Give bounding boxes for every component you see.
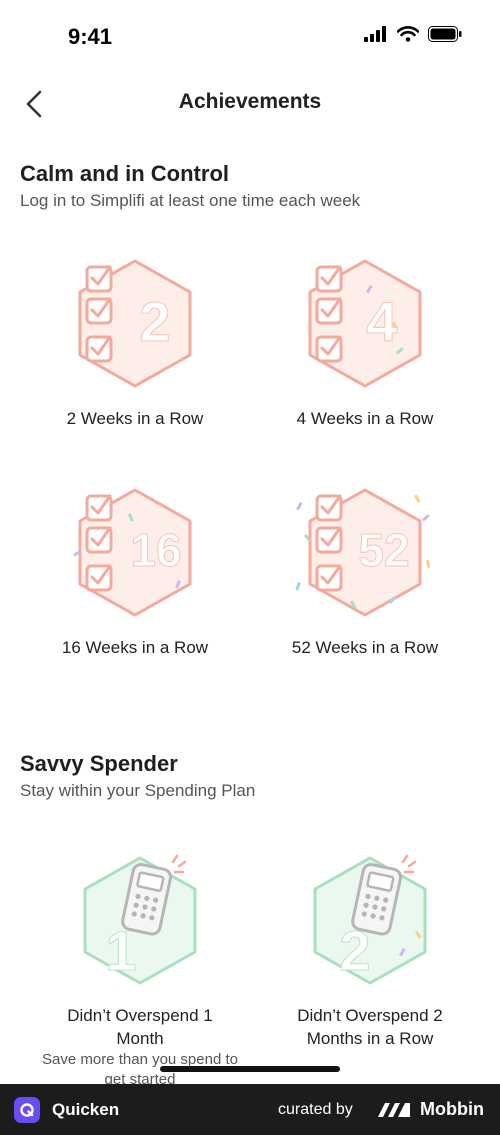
badge-number: 1 bbox=[105, 919, 136, 982]
page-title: Achievements bbox=[178, 90, 322, 113]
badge-number: 2 bbox=[139, 290, 170, 353]
signal-icon bbox=[364, 26, 386, 42]
section-title-calm: Calm and in Control bbox=[20, 161, 229, 186]
section-subtitle-calm: Log in to Simplifi at least one time eac… bbox=[20, 191, 361, 210]
badge-label: 52 Weeks in a Row bbox=[291, 638, 439, 657]
section-subtitle-savvy: Stay within your Spending Plan bbox=[20, 781, 256, 800]
badge-number: 52 bbox=[358, 524, 409, 576]
battery-icon bbox=[428, 26, 462, 42]
badge-label: Didn’t Overspend 1 Month bbox=[67, 1006, 213, 1048]
mobbin-footer: Quicken curated by Mobbin bbox=[0, 1084, 500, 1135]
status-bar: 9:41 bbox=[0, 0, 500, 72]
badge-number: 2 bbox=[339, 919, 370, 982]
card-reader-hexagon-icon: 1 bbox=[83, 854, 197, 985]
badge-calm-4[interactable]: 4 4 Weeks in a Row bbox=[250, 255, 480, 430]
badge-label: 16 Weeks in a Row bbox=[61, 638, 209, 657]
status-time: 9:41 bbox=[68, 24, 113, 49]
quicken-logo-icon bbox=[14, 1097, 40, 1123]
badge-savvy-2[interactable]: 2 Didn’t Overspend 2 Months in a Row bbox=[255, 852, 485, 1050]
checklist-hexagon-icon: 16 bbox=[73, 488, 192, 617]
badge-calm-2[interactable]: 2 2 Weeks in a Row bbox=[20, 255, 250, 430]
card-reader-hexagon-icon: 2 bbox=[313, 854, 427, 985]
badge-label: 4 Weeks in a Row bbox=[296, 409, 434, 428]
section-title-savvy: Savvy Spender bbox=[20, 751, 178, 776]
home-indicator bbox=[160, 1066, 340, 1072]
badge-number: 16 bbox=[130, 524, 181, 576]
badge-calm-16[interactable]: 16 16 Weeks in a Row bbox=[20, 484, 250, 659]
footer-curated-by: curated by bbox=[278, 1101, 353, 1118]
badge-label: 2 Weeks in a Row bbox=[66, 409, 204, 428]
checklist-hexagon-icon: 52 bbox=[295, 488, 431, 617]
wifi-icon bbox=[397, 26, 419, 42]
badge-number: 4 bbox=[366, 290, 397, 353]
badge-label: Didn’t Overspend 2 Months in a Row bbox=[297, 1006, 443, 1048]
footer-mobbin: Mobbin bbox=[420, 1099, 484, 1119]
checklist-hexagon-icon: 2 bbox=[78, 259, 192, 388]
navigation-bar: Achievements bbox=[0, 78, 500, 128]
badge-calm-52[interactable]: 52 52 Weeks in a Row bbox=[250, 484, 480, 659]
mobbin-logo-icon bbox=[378, 1103, 410, 1117]
footer-brand: Quicken bbox=[52, 1100, 120, 1119]
checklist-hexagon-icon: 4 bbox=[308, 259, 422, 388]
badge-savvy-1[interactable]: 1 Didn’t Overspend 1 Month Save more tha… bbox=[25, 852, 255, 1090]
status-icons bbox=[364, 26, 462, 42]
